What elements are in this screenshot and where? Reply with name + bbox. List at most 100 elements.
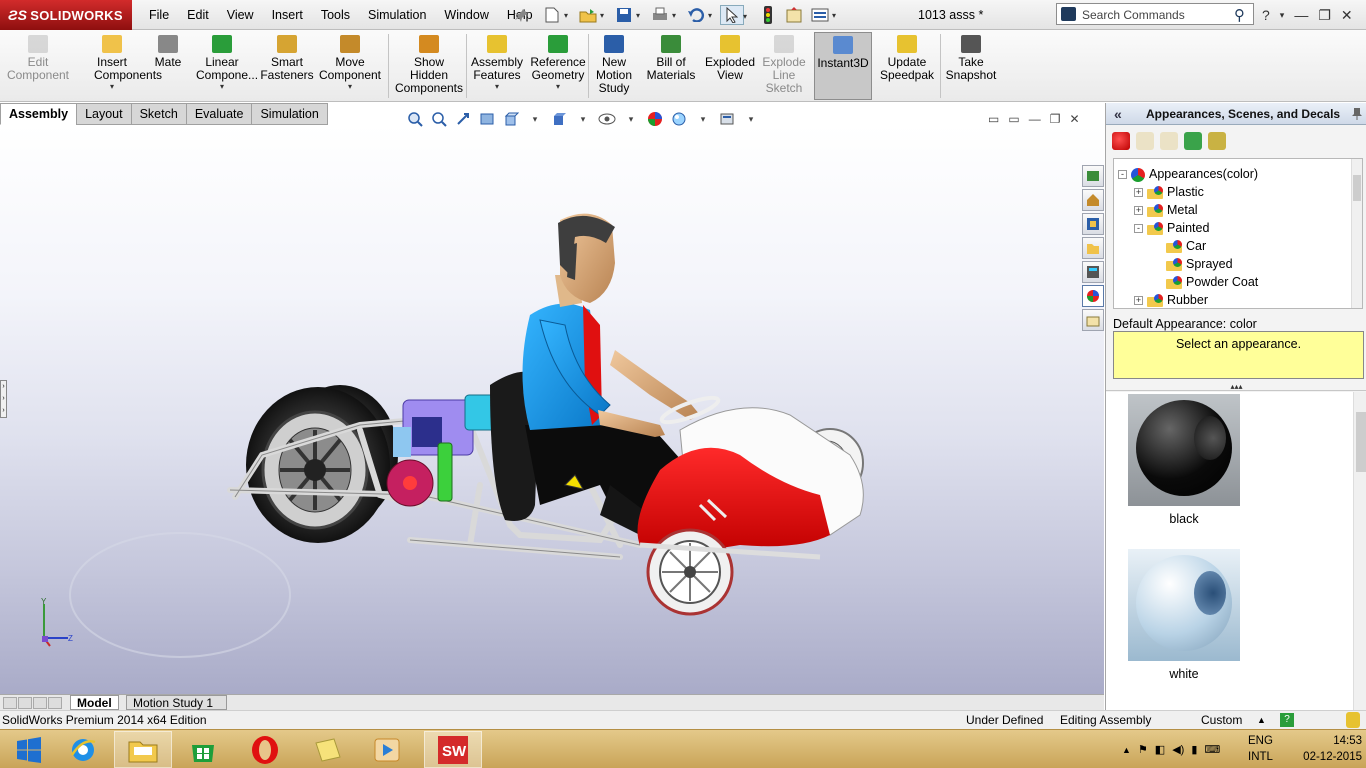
tool-instant3d-button[interactable]: Instant3D	[814, 32, 872, 100]
tool-insert-components-button[interactable]: Insert Components ▾	[94, 32, 162, 100]
keyboard-icon[interactable]: ⌨	[1204, 743, 1220, 756]
unit-system-up-icon[interactable]: ▲	[1257, 711, 1266, 729]
tool-exploded-view-button[interactable]: Exploded View	[700, 32, 760, 100]
tree-node-painted[interactable]: - Painted	[1134, 219, 1209, 237]
search-icon[interactable]: ⚲	[1234, 6, 1245, 24]
tool-speedpak-button[interactable]: Update Speedpak	[876, 32, 938, 100]
collapse-pane-icon[interactable]: «	[1114, 103, 1122, 125]
viewport-restore-button[interactable]: ❐	[1050, 112, 1061, 126]
tool-motion-study-button[interactable]: New Motion Study	[590, 32, 638, 100]
file-explorer-icon[interactable]	[114, 731, 172, 768]
view-settings-dropdown-icon[interactable]: ▾	[740, 109, 762, 129]
tool-snapshot-button[interactable]: Take Snapshot	[942, 32, 1000, 100]
appearances-tab-icon[interactable]	[1082, 285, 1104, 307]
start-button[interactable]	[0, 731, 58, 768]
quick-tips-icon[interactable]: ?	[1280, 713, 1294, 727]
tree-node-powder-coat[interactable]: Powder Coat	[1166, 273, 1258, 291]
tab-simulation[interactable]: Simulation	[251, 103, 328, 125]
tree-node-sprayed[interactable]: Sprayed	[1166, 255, 1233, 273]
opera-icon[interactable]	[236, 731, 294, 768]
view-orientation-dropdown-icon[interactable]: ▾	[524, 109, 546, 129]
tab-evaluate[interactable]: Evaluate	[185, 103, 253, 125]
viewport-tile-icon[interactable]: ▭	[988, 112, 999, 126]
viewport-minimize-button[interactable]: —	[1029, 112, 1041, 126]
graphics-area[interactable]: › › › Y Z	[0, 125, 1104, 694]
display-style-dropdown-icon[interactable]: ▾	[572, 109, 594, 129]
display-style-icon[interactable]	[548, 109, 570, 129]
select-icon[interactable]: ▾	[720, 5, 747, 25]
tree-node-metal[interactable]: + Metal	[1134, 201, 1198, 219]
tab-sketch[interactable]: Sketch	[130, 103, 187, 125]
swatch-white[interactable]: white	[1128, 549, 1240, 681]
tool-reference-geometry-button[interactable]: Reference Geometry ▾	[528, 32, 588, 100]
tab-assembly[interactable]: Assembly	[0, 103, 78, 125]
resources-tab-icon[interactable]	[1082, 165, 1104, 187]
help-icon[interactable]: ?	[1262, 7, 1270, 23]
search-commands-input[interactable]: Search Commands ⚲	[1056, 3, 1254, 25]
hide-show-dropdown-icon[interactable]: ▾	[620, 109, 642, 129]
hide-show-items-icon[interactable]	[596, 109, 618, 129]
viewport-split-icon[interactable]: ▭	[1008, 112, 1019, 126]
tool-edit-component-button[interactable]: Edit Component	[2, 32, 74, 100]
tool-bom-button[interactable]: Bill of Materials	[642, 32, 700, 100]
kart-model-3d[interactable]	[0, 125, 1104, 694]
pane-splitter[interactable]: ▴▴▴	[1106, 383, 1366, 391]
tool-show-hidden-button[interactable]: Show Hidden Components	[390, 32, 468, 100]
edit-appearance-icon[interactable]	[644, 109, 666, 129]
print-icon[interactable]: ▾	[648, 5, 676, 25]
battery-icon[interactable]: ▮	[1191, 743, 1197, 756]
tool-move-component-button[interactable]: Move Component ▾	[316, 32, 384, 100]
new-document-icon[interactable]: ▾	[540, 5, 568, 25]
rear-wheel[interactable]	[246, 385, 398, 543]
clock[interactable]: 14:53 02-12-2015	[1302, 733, 1362, 765]
tree-node-rubber[interactable]: + Rubber	[1134, 291, 1208, 308]
tree-node-car[interactable]: Car	[1166, 237, 1206, 255]
swatch-black[interactable]: black	[1128, 394, 1240, 526]
add-appearance-icon[interactable]	[1112, 132, 1130, 150]
front-wheel-left[interactable]	[646, 528, 734, 616]
feature-manager-expand-handle[interactable]: › › ›	[0, 380, 7, 418]
zoom-to-area-icon[interactable]	[428, 109, 450, 129]
restore-button[interactable]: ❐	[1318, 7, 1331, 24]
previous-view-icon[interactable]	[452, 109, 474, 129]
undo-icon[interactable]: ▾	[684, 5, 712, 25]
tree-scrollbar[interactable]	[1351, 159, 1362, 308]
volume-icon[interactable]: ◀)	[1172, 743, 1184, 756]
menu-edit[interactable]: Edit	[178, 0, 218, 30]
swatches-scrollbar[interactable]	[1353, 392, 1366, 710]
apply-scene-icon[interactable]	[668, 109, 690, 129]
media-player-icon[interactable]	[358, 731, 416, 768]
tree-node-appearances[interactable]: - Appearances(color)	[1118, 165, 1258, 183]
open-folder-icon[interactable]	[1136, 132, 1154, 150]
chevron-down-icon[interactable]: ▾	[196, 82, 248, 92]
menu-insert[interactable]: Insert	[263, 0, 312, 30]
language-indicator[interactable]: ENG INTL	[1248, 733, 1273, 765]
internet-explorer-icon[interactable]	[54, 731, 112, 768]
store-icon[interactable]	[174, 731, 232, 768]
chevron-down-icon[interactable]: ▾	[316, 82, 384, 92]
tree-node-plastic[interactable]: + Plastic	[1134, 183, 1204, 201]
tool-assembly-features-button[interactable]: Assembly Features ▾	[468, 32, 526, 100]
minimize-button[interactable]: —	[1294, 7, 1308, 23]
solidworks-taskbar-icon[interactable]: SW	[424, 731, 482, 768]
file-properties-icon[interactable]	[782, 5, 806, 25]
chevron-down-icon[interactable]: ▾	[468, 82, 526, 92]
open-document-icon[interactable]: ▾	[576, 5, 604, 25]
tab-motion-study[interactable]: Motion Study 1	[126, 695, 227, 710]
network-icon[interactable]: ◧	[1155, 743, 1165, 756]
tool-smart-fasteners-button[interactable]: Smart Fasteners	[254, 32, 320, 100]
custom-properties-tab-icon[interactable]	[1082, 309, 1104, 331]
design-library-tab-icon[interactable]	[1082, 213, 1104, 235]
rebuild-status-icon[interactable]	[1346, 712, 1360, 728]
tool-mate-button[interactable]: Mate	[150, 32, 186, 100]
new-folder-icon[interactable]	[1160, 132, 1178, 150]
menu-tools[interactable]: Tools	[312, 0, 359, 30]
unit-system-selector[interactable]: Custom	[1201, 711, 1242, 729]
close-button[interactable]: ✕	[1341, 7, 1353, 24]
tab-layout[interactable]: Layout	[76, 103, 132, 125]
tool-explode-line-button[interactable]: Explode Line Sketch	[758, 32, 810, 100]
pin-menu-icon[interactable]	[514, 7, 530, 23]
up-level-icon[interactable]	[1208, 132, 1226, 150]
tray-expand-icon[interactable]: ▲	[1122, 745, 1131, 755]
sticky-notes-icon[interactable]	[298, 731, 356, 768]
